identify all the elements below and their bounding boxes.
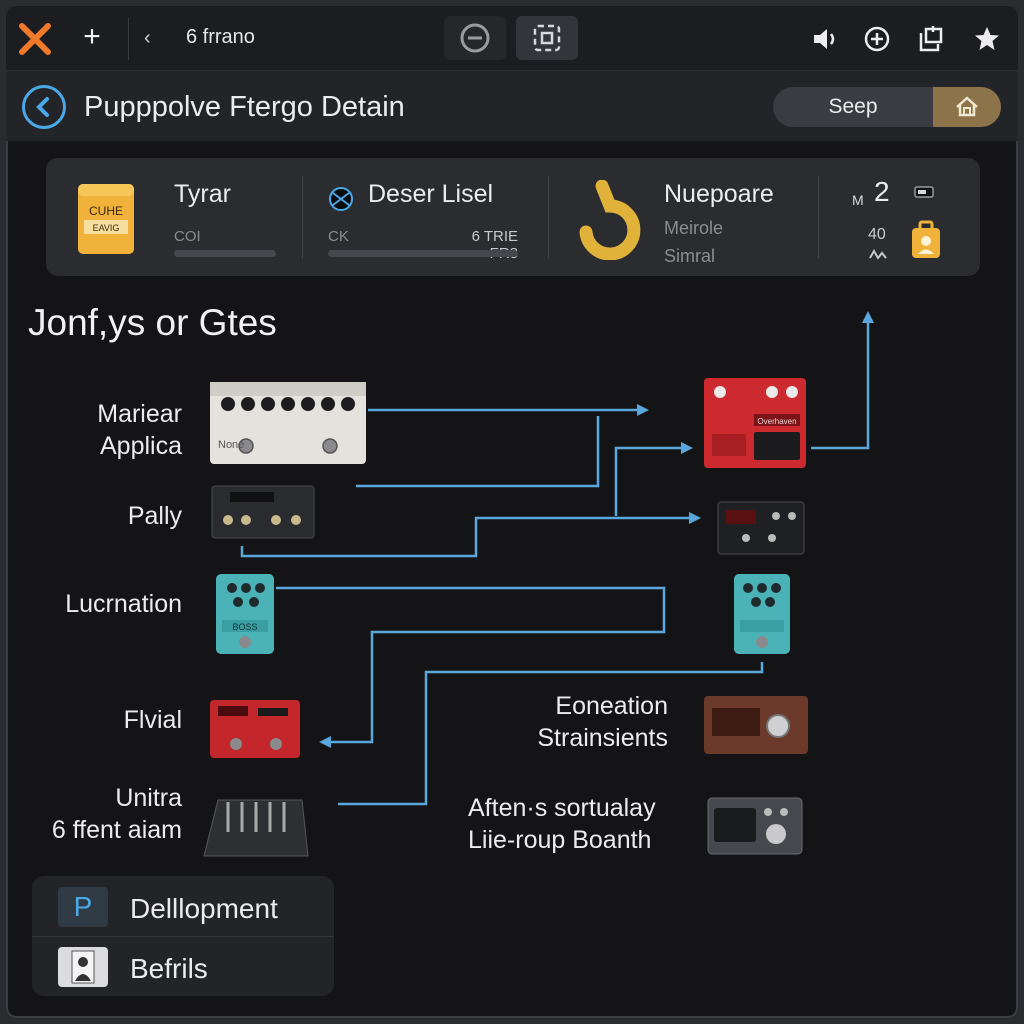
label-line: Applica [100,432,182,460]
label-line: Strainsients [537,724,668,752]
portrait-icon [58,947,108,987]
mixer-pedal[interactable] [203,799,309,857]
pedal-label-flvial: Flvial [123,706,182,734]
cable-line [811,311,874,450]
vintage-brown-pedal[interactable] [704,696,808,754]
pedal-brand: None [218,439,244,451]
legend-panel: P Delllopment Befrils [32,876,334,996]
pedal-label-unitra: Unitra 6 ffent aiam [16,782,182,846]
red-pedal-left[interactable] [210,700,300,758]
pedal-label-pally: Pally [127,502,182,530]
legend-divider [32,936,334,937]
pedal-brand: BOSS [232,622,257,632]
teal-pedal-right[interactable] [734,574,790,654]
pedal-brand: Overhaven [757,417,796,426]
grey-mini-pedal[interactable] [707,797,803,855]
legend-item-befrils[interactable]: Befrils [32,938,334,996]
red-distortion-pedal[interactable]: Overhaven [704,378,806,468]
label-line: Liie-roup Boanth [468,826,652,854]
teal-pedal-left[interactable]: BOSS [216,574,274,654]
dark-rack-pedal[interactable] [211,485,315,539]
digital-delay-pedal[interactable] [717,501,805,555]
p-letter-icon: P [58,887,108,927]
cable-line [614,442,693,516]
legend-label: Befrils [130,953,208,984]
legend-item-development[interactable]: P Delllopment [32,878,334,936]
label-line: 6 ffent aiam [51,816,182,844]
pedal-label-eoneation: Eoneation Strainsients [464,690,668,754]
label-line: Unitra [115,784,182,812]
pedal-label-mariear: Mariear Applica [36,398,182,462]
label-line: Eoneation [555,692,668,720]
white-multi-pedal[interactable]: None [210,382,366,464]
pedal-label-lucrnation: Lucrnation [65,590,182,618]
legend-label: Delllopment [130,893,278,924]
label-line: Aften·s sortualay [468,794,656,822]
app-window: + ‹ 6 frrano Pupppolve Ftergo Detain See… [6,6,1018,1018]
pedal-label-aften: Aften·s sortualay Liie-roup Boanth [468,792,698,856]
cable-line [356,416,600,488]
label-line: Mariear [97,400,182,428]
